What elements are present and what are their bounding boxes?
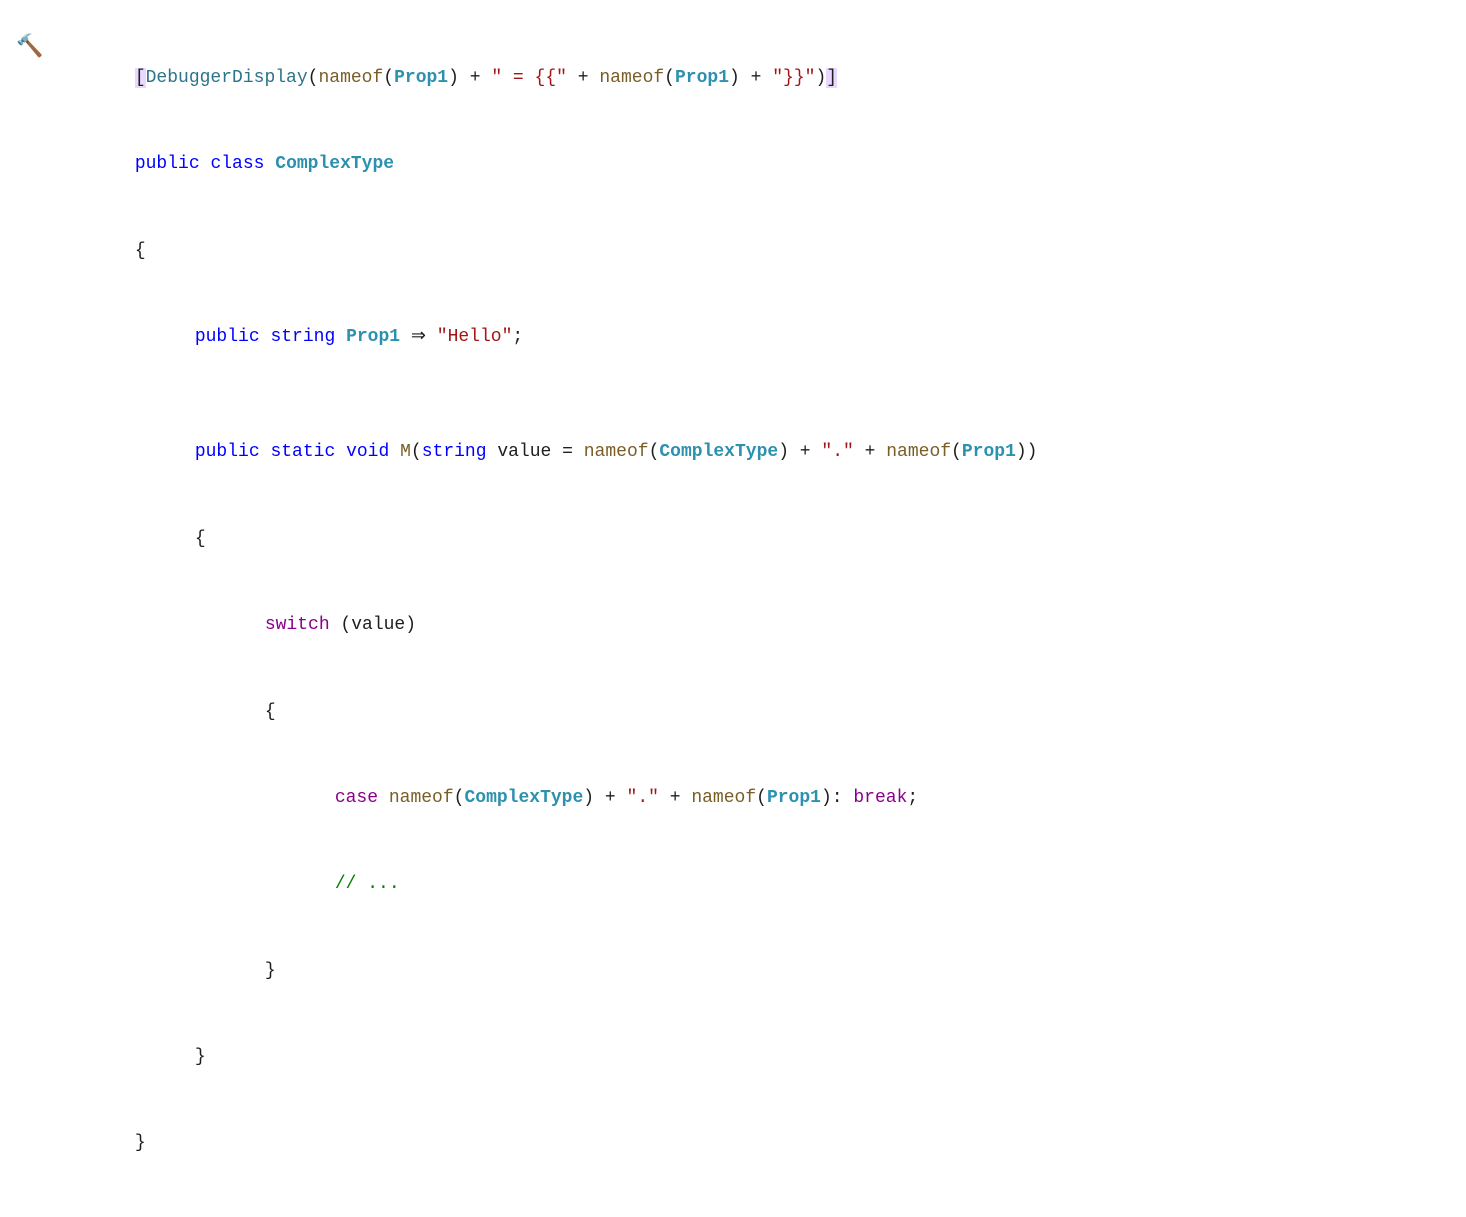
comment-ellipsis: // ... — [335, 874, 400, 894]
kw-static: static — [270, 442, 335, 462]
line12-content: } — [60, 928, 1466, 1014]
complextype-ref-2: ComplexType — [464, 788, 583, 808]
str-dot-1: "." — [821, 442, 853, 462]
code-editor: 🔨 [DebuggerDisplay(nameof(Prop1) + " = {… — [0, 20, 1466, 1197]
class-complextype: ComplexType — [275, 154, 394, 174]
code-line-6: public static void M(string value = name… — [0, 410, 1466, 496]
code-line-9: { — [0, 669, 1466, 755]
str-1: " = {{" — [491, 68, 567, 88]
code-line-1: 🔨 [DebuggerDisplay(nameof(Prop1) + " = {… — [0, 30, 1466, 121]
prop1-ref-4: Prop1 — [767, 788, 821, 808]
line13-content: } — [60, 1014, 1466, 1100]
line9-content: { — [60, 669, 1466, 755]
line8-content: switch (value) — [60, 582, 1466, 668]
nameof-5: nameof — [389, 788, 454, 808]
prop1-ref-1: Prop1 — [394, 68, 448, 88]
line10-content: case nameof(ComplexType) + "." + nameof(… — [60, 755, 1466, 841]
kw-public-1: public — [135, 154, 200, 174]
code-line-13: } — [0, 1014, 1466, 1100]
code-line-2: public class ComplexType — [0, 121, 1466, 207]
prop1-ref-2: Prop1 — [675, 68, 729, 88]
code-line-4: public string Prop1 ⇒ "Hello"; — [0, 294, 1466, 380]
code-line-5 — [0, 381, 1466, 410]
code-line-7: { — [0, 496, 1466, 582]
nameof-2: nameof — [599, 68, 664, 88]
code-line-11: // ... — [0, 842, 1466, 928]
str-2: "}}" — [772, 68, 815, 88]
close-bracket: ] — [826, 68, 837, 88]
open-bracket: [ — [135, 68, 146, 88]
line4-content: public string Prop1 ⇒ "Hello"; — [60, 294, 1466, 380]
line14-content: } — [60, 1101, 1466, 1187]
line3-content: { — [60, 208, 1466, 294]
kw-switch: switch — [265, 615, 330, 635]
code-line-8: switch (value) — [0, 582, 1466, 668]
prop1-decl: Prop1 — [346, 327, 400, 347]
kw-public-2: public — [195, 327, 260, 347]
kw-string-1: string — [270, 327, 335, 347]
nameof-4: nameof — [886, 442, 951, 462]
complextype-ref-1: ComplexType — [659, 442, 778, 462]
line2-content: public class ComplexType — [60, 121, 1466, 207]
kw-string-2: string — [422, 442, 487, 462]
kw-void: void — [346, 442, 389, 462]
code-line-12: } — [0, 928, 1466, 1014]
str-hello: "Hello" — [437, 327, 513, 347]
code-line-3: { — [0, 208, 1466, 294]
nameof-3: nameof — [584, 442, 649, 462]
line6-content: public static void M(string value = name… — [60, 410, 1466, 496]
method-m: M — [400, 442, 411, 462]
code-line-10: case nameof(ComplexType) + "." + nameof(… — [0, 755, 1466, 841]
line11-content: // ... — [60, 842, 1466, 928]
gutter-1: 🔨 — [0, 30, 60, 65]
kw-case: case — [335, 788, 378, 808]
line7-content: { — [60, 496, 1466, 582]
str-dot-2: "." — [627, 788, 659, 808]
code-line-14: } — [0, 1101, 1466, 1187]
kw-class: class — [210, 154, 264, 174]
prop1-ref-3: Prop1 — [962, 442, 1016, 462]
nameof-6: nameof — [691, 788, 756, 808]
kw-public-3: public — [195, 442, 260, 462]
line1-content: [DebuggerDisplay(nameof(Prop1) + " = {{"… — [60, 35, 1466, 121]
kw-break: break — [853, 788, 907, 808]
hammer-icon: 🔨 — [16, 30, 43, 65]
attr-name: DebuggerDisplay — [146, 68, 308, 88]
nameof-1: nameof — [318, 68, 383, 88]
line5-content — [60, 381, 1466, 410]
